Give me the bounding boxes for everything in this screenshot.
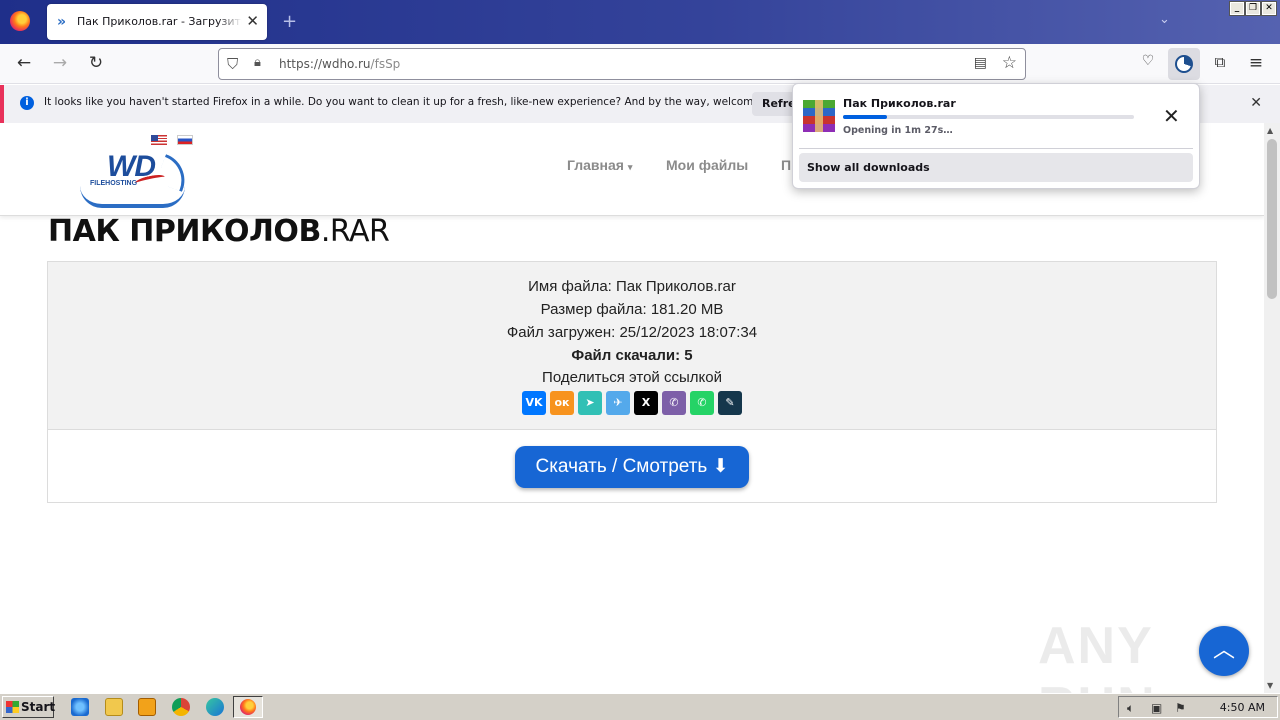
file-info-card: Имя файла: Пак Приколов.rar Размер файла… — [47, 261, 1217, 503]
media-player-icon[interactable] — [138, 698, 156, 716]
scroll-up-icon[interactable]: ▲ — [1267, 126, 1273, 135]
logo-swoosh — [80, 186, 185, 208]
livejournal-share-icon[interactable]: ✎ — [718, 391, 742, 415]
url-bar[interactable]: ⛉ 🔒︎ https://wdho.ru/fsSp ▤ ☆ — [218, 48, 1026, 80]
firefox-taskbar-button[interactable] — [233, 696, 263, 718]
maximize-button[interactable]: ❐ — [1245, 1, 1261, 16]
close-window-button[interactable]: ✕ — [1261, 1, 1277, 16]
window-controls: _ ❐ ✕ — [1229, 1, 1277, 16]
x-share-icon[interactable]: X — [634, 391, 658, 415]
new-tab-plus-icon[interactable]: + — [282, 11, 297, 32]
downloads-panel: Пак Приколов.rar Opening in 1m 27s… ✕ Sh… — [792, 83, 1200, 189]
tab-title: Пак Приколов.rar - Загрузить файл — [77, 15, 242, 28]
downloads-button[interactable] — [1168, 48, 1200, 80]
file-name-line: Имя файла: Пак Приколов.rar — [528, 278, 736, 295]
chrome-icon[interactable] — [172, 698, 190, 716]
title-bar: » Пак Приколов.rar - Загрузить файл ✕ + … — [0, 0, 1280, 44]
url-text[interactable]: https://wdho.ru/fsSp — [279, 57, 400, 71]
firefox-icon — [240, 699, 256, 715]
action-center-flag-icon[interactable]: ⚑ — [1175, 701, 1186, 715]
messenger-share-icon[interactable]: ➤ — [578, 391, 602, 415]
share-label: Поделиться этой ссылкой — [542, 369, 722, 386]
scroll-down-icon[interactable]: ▼ — [1267, 681, 1273, 690]
navigation-toolbar: ← → ↻ ⛉ 🔒︎ https://wdho.ru/fsSp ▤ ☆ ♡ ⧉ … — [0, 44, 1280, 84]
windows-logo-icon — [6, 701, 19, 713]
file-explorer-icon[interactable] — [105, 698, 123, 716]
site-logo[interactable]: WD FILEHOSTING — [80, 148, 193, 210]
pocket-icon[interactable]: ♡ — [1137, 53, 1159, 69]
reader-view-icon[interactable]: ▤ — [974, 55, 987, 71]
cancel-download-icon[interactable]: ✕ — [1163, 104, 1180, 128]
firefox-menu-icon[interactable] — [10, 11, 30, 31]
odnoklassniki-share-icon[interactable]: ок — [550, 391, 574, 415]
volume-icon[interactable]: 🔈︎ — [1127, 701, 1134, 716]
download-status: Opening in 1m 27s… — [843, 125, 953, 136]
upload-date-line: Файл загружен: 25/12/2023 18:07:34 — [506, 324, 758, 341]
edge-icon[interactable] — [206, 698, 224, 716]
vertical-scrollbar[interactable]: ▲ ▼ — [1264, 123, 1280, 693]
panel-divider — [799, 148, 1193, 149]
windows-taskbar: Start 🔈︎ ▣ ⚑ 4:50 AM — [0, 693, 1280, 720]
download-count: 5 — [684, 347, 693, 364]
internet-explorer-icon[interactable] — [71, 698, 89, 716]
start-button[interactable]: Start — [2, 696, 55, 718]
download-progress-fill — [843, 115, 887, 119]
notification-text: It looks like you haven't started Firefo… — [44, 96, 793, 108]
web-page: WD FILEHOSTING Главная ▾ Мои файлы П ПАК… — [0, 123, 1264, 693]
menu-my-files[interactable]: Мои файлы — [666, 157, 748, 173]
download-file-name[interactable]: Пак Приколов.rar — [843, 97, 956, 110]
tab-close-icon[interactable]: ✕ — [246, 12, 259, 30]
download-progress-icon — [1175, 55, 1193, 73]
page-title: ПАК ПРИКОЛОВ.RAR — [48, 214, 390, 249]
lock-icon[interactable]: 🔒︎ — [254, 55, 261, 70]
download-watch-button[interactable]: Скачать / Смотреть ⬇ — [515, 446, 749, 488]
tab-list-chevron-icon[interactable]: ⌄ — [1159, 12, 1170, 27]
menu-item-partial[interactable]: П — [781, 157, 791, 173]
social-share-buttons: VK ок ➤ ✈ X ✆ ✆ ✎ — [522, 391, 742, 415]
menu-home[interactable]: Главная ▾ — [567, 157, 632, 173]
scroll-to-top-button[interactable]: ︿ — [1199, 626, 1249, 676]
vk-share-icon[interactable]: VK — [522, 391, 546, 415]
download-count-line: Файл скачали: 5 — [571, 347, 693, 364]
english-flag-icon[interactable] — [151, 135, 167, 145]
tracking-shield-icon[interactable]: ⛉ — [227, 55, 238, 73]
info-icon: i — [20, 96, 34, 110]
network-icon[interactable]: ▣ — [1151, 701, 1162, 715]
file-info-panel: Имя файла: Пак Приколов.rar Размер файла… — [48, 262, 1216, 430]
system-tray: 🔈︎ ▣ ⚑ 4:50 AM — [1118, 696, 1278, 718]
tab-active[interactable]: » Пак Приколов.rar - Загрузить файл ✕ — [47, 4, 267, 40]
show-all-downloads-button[interactable]: Show all downloads — [799, 153, 1193, 182]
download-icon: ⬇ — [712, 456, 729, 477]
forward-arrow-icon[interactable]: → — [49, 53, 71, 73]
russian-flag-icon[interactable] — [177, 135, 193, 145]
telegram-share-icon[interactable]: ✈ — [606, 391, 630, 415]
whatsapp-share-icon[interactable]: ✆ — [690, 391, 714, 415]
winrar-file-icon — [803, 100, 835, 132]
hamburger-menu-icon[interactable]: ≡ — [1245, 53, 1267, 73]
reload-icon[interactable]: ↻ — [85, 53, 107, 73]
site-favicon-icon: » — [57, 14, 67, 30]
download-progress-bar — [843, 115, 1134, 119]
extensions-puzzle-icon[interactable]: ⧉ — [1209, 53, 1231, 71]
chevron-up-icon: ︿ — [1212, 638, 1235, 663]
clock: 4:50 AM — [1219, 701, 1265, 714]
file-size-line: Размер файла: 181.20 MB — [540, 301, 724, 318]
minimize-button[interactable]: _ — [1229, 1, 1245, 16]
caret-down-icon: ▾ — [627, 162, 633, 172]
bookmark-star-icon[interactable]: ☆ — [1002, 53, 1017, 73]
viber-share-icon[interactable]: ✆ — [662, 391, 686, 415]
notification-close-icon[interactable]: ✕ — [1250, 95, 1262, 111]
back-arrow-icon[interactable]: ← — [13, 53, 35, 73]
scrollbar-thumb[interactable] — [1267, 139, 1277, 299]
